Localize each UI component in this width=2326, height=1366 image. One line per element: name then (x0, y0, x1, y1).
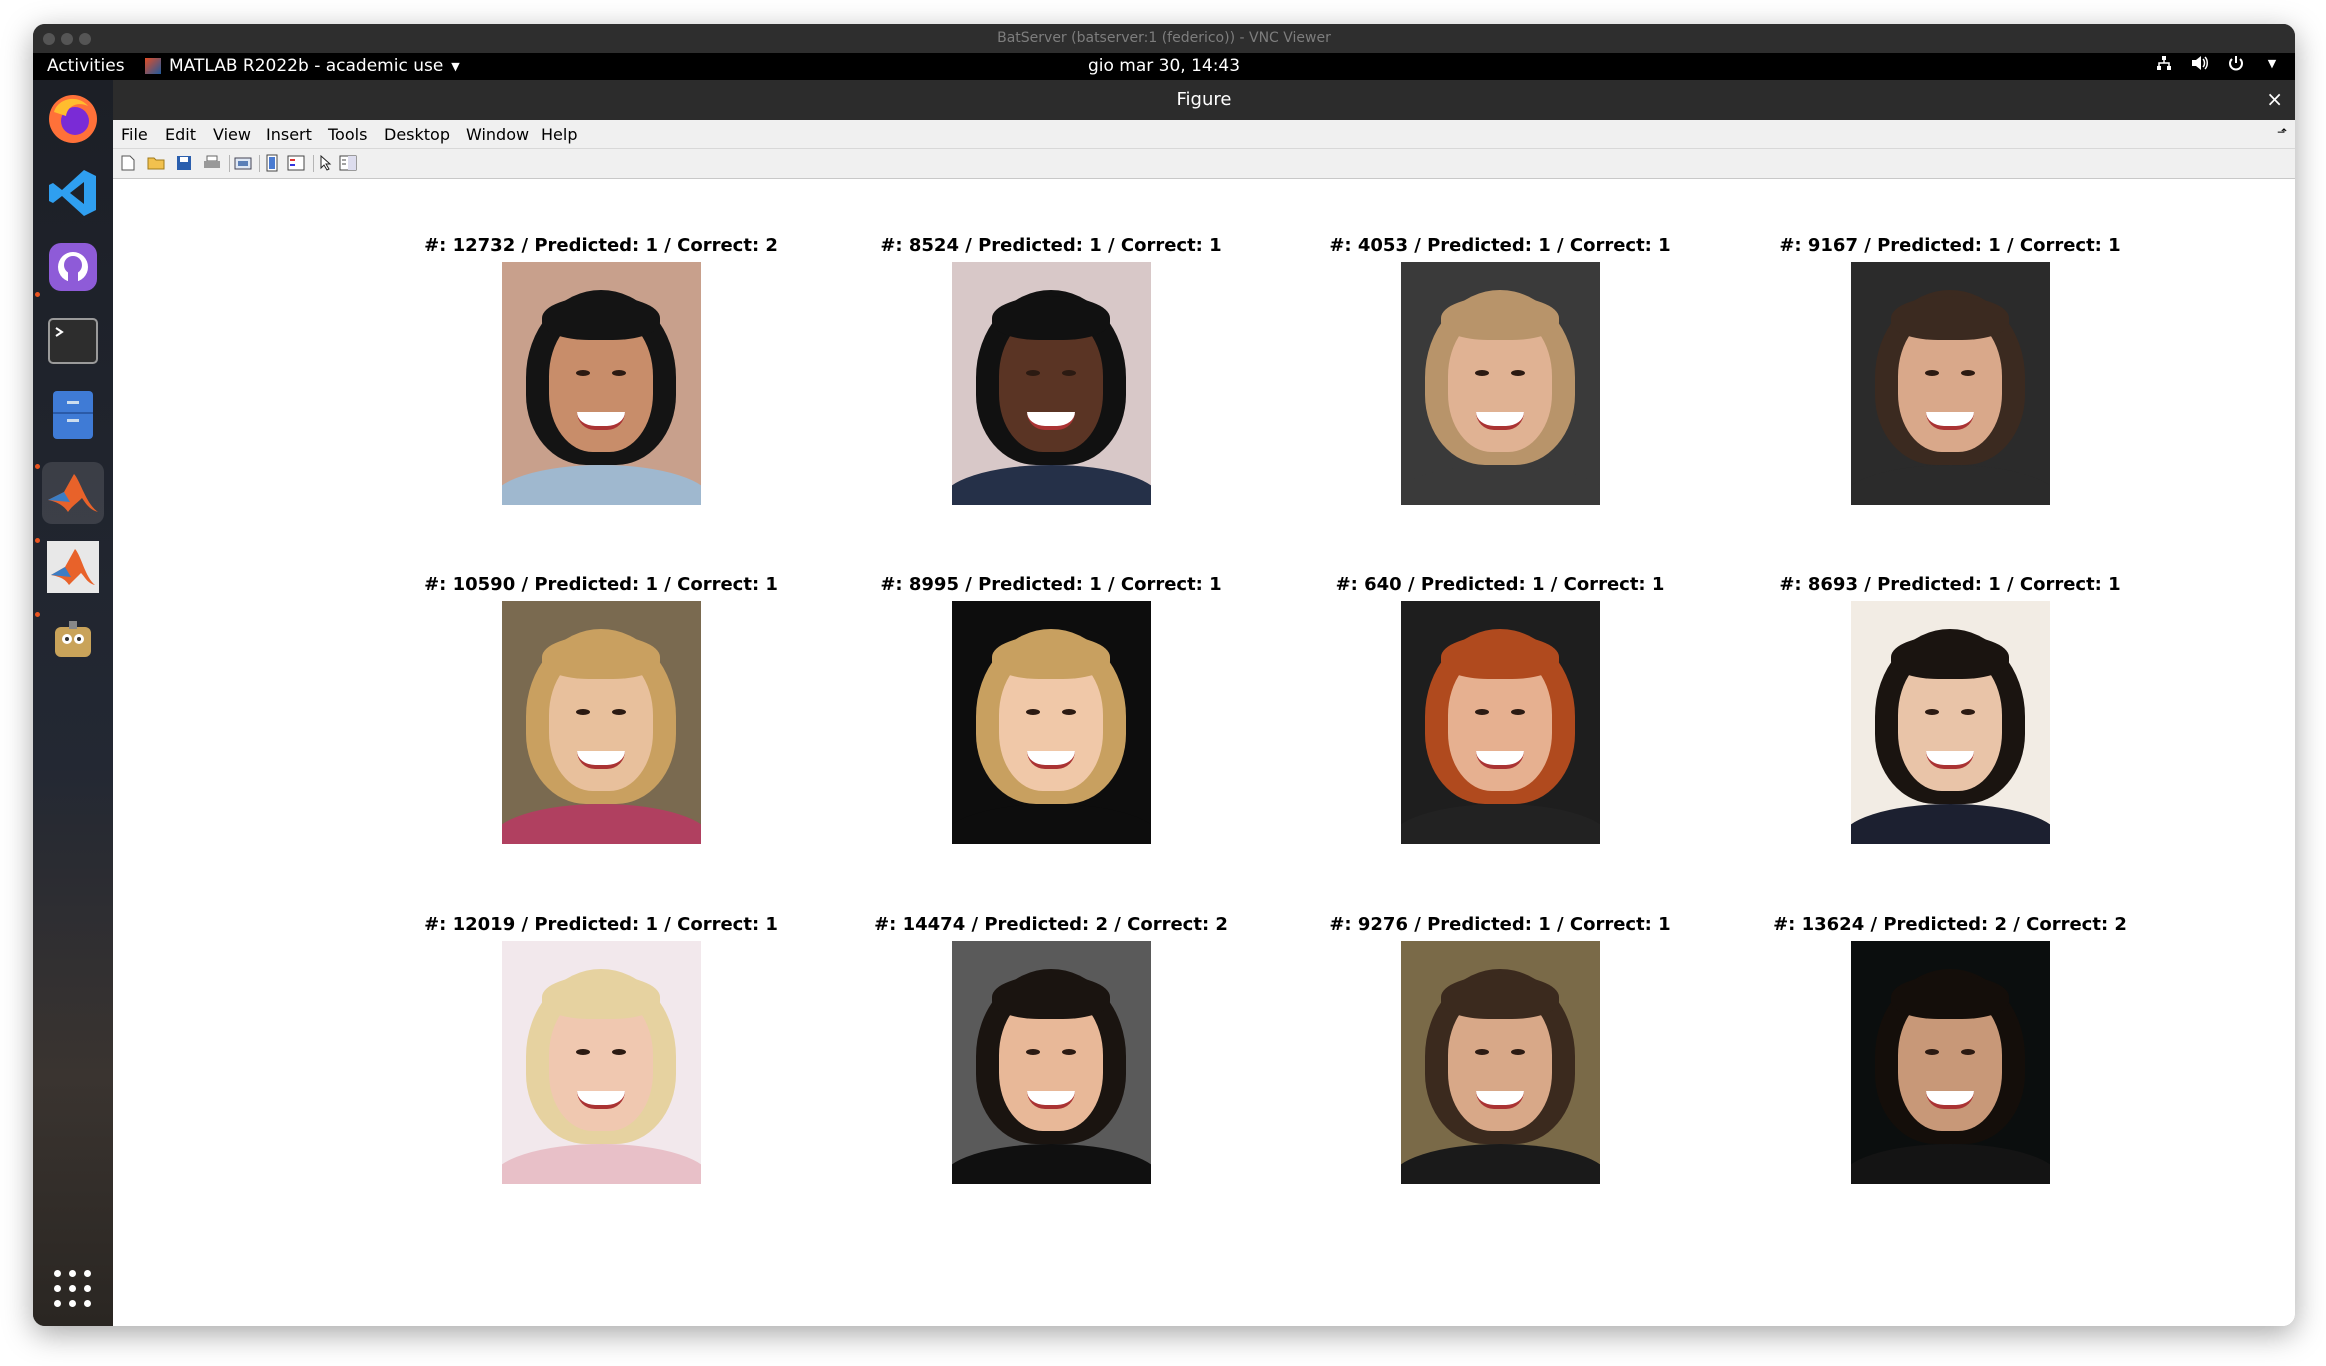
chevron-down-icon[interactable]: ▼ (2263, 55, 2281, 73)
dock-matlab-2[interactable] (42, 536, 104, 598)
face-image (951, 262, 1151, 505)
terminal-icon (48, 318, 98, 364)
running-indicator (35, 538, 40, 543)
face-image (1850, 262, 2050, 505)
subplot-title: #: 12732 / Predicted: 1 / Correct: 2 (424, 235, 778, 256)
face-image (951, 941, 1151, 1184)
subplot-title: #: 14474 / Predicted: 2 / Correct: 2 (874, 914, 1228, 935)
figure-canvas[interactable]: #: 12732 / Predicted: 1 / Correct: 2 #: 8… (113, 179, 2295, 1326)
pointer-icon[interactable] (317, 154, 335, 172)
dock-github[interactable] (42, 236, 104, 298)
vscode-icon (49, 170, 96, 216)
print-icon[interactable] (203, 154, 221, 172)
dock-vscode[interactable] (42, 162, 104, 224)
firefox-icon (49, 95, 97, 143)
running-indicator (35, 464, 40, 469)
matlab-icon (48, 474, 98, 512)
menu-file[interactable]: File (121, 125, 148, 144)
face-image (1400, 262, 1600, 505)
menu-edit[interactable]: Edit (165, 125, 196, 144)
face-image (1850, 941, 2050, 1184)
toolbar-separator (229, 155, 230, 172)
dock-firefox[interactable] (42, 88, 104, 150)
close-icon[interactable]: × (2266, 87, 2283, 111)
face-image (1850, 601, 2050, 844)
dock-terminal[interactable] (42, 310, 104, 372)
vnc-viewer-window: BatServer (batserver:1 (federico)) - VNC… (33, 24, 2295, 1326)
link-plot-icon[interactable] (234, 154, 252, 172)
toolbar-separator (313, 155, 314, 172)
figure-titlebar[interactable]: Figure × (113, 80, 2295, 120)
system-tray[interactable]: ▼ (2155, 55, 2281, 73)
menu-view[interactable]: View (213, 125, 251, 144)
face-image (501, 601, 701, 844)
matlab-figure-window: Figure × File Edit View Insert Tools Des… (113, 80, 2295, 1326)
subplot-title: #: 9276 / Predicted: 1 / Correct: 1 (1329, 914, 1671, 935)
menu-desktop[interactable]: Desktop (384, 125, 450, 144)
open-icon[interactable] (147, 154, 165, 172)
github-desktop-icon (49, 243, 97, 291)
gnome-top-bar: Activities MATLAB R2022b - academic use … (33, 53, 2295, 80)
power-icon[interactable] (2227, 55, 2245, 73)
face-image (951, 601, 1151, 844)
figure-toolbar (113, 149, 2295, 179)
app-grid-icon[interactable] (54, 1270, 92, 1308)
subplot-title: #: 10590 / Predicted: 1 / Correct: 1 (424, 574, 778, 595)
figure-menubar: File Edit View Insert Tools Desktop Wind… (113, 120, 2295, 149)
dock-matlab[interactable] (42, 462, 104, 524)
subplot-title: #: 8524 / Predicted: 1 / Correct: 1 (880, 235, 1222, 256)
save-icon[interactable] (175, 154, 193, 172)
subplot-title: #: 640 / Predicted: 1 / Correct: 1 (1335, 574, 1665, 595)
menu-window[interactable]: Window (466, 125, 529, 144)
running-indicator (35, 612, 40, 617)
colorbar-icon[interactable] (263, 154, 281, 172)
face-image (501, 262, 701, 505)
matlab-icon-2 (47, 541, 99, 593)
subplot-title: #: 4053 / Predicted: 1 / Correct: 1 (1329, 235, 1671, 256)
clock[interactable]: gio mar 30, 14:43 (33, 56, 2295, 76)
toolbar-separator (259, 155, 260, 172)
dock-gimp[interactable] (42, 610, 104, 672)
volume-icon[interactable] (2191, 55, 2209, 73)
gimp-icon (55, 621, 91, 657)
subplot-title: #: 13624 / Predicted: 2 / Correct: 2 (1773, 914, 2127, 935)
subplot-title: #: 9167 / Predicted: 1 / Correct: 1 (1779, 235, 2121, 256)
figure-title: Figure (1176, 89, 1232, 110)
dock-figure-icon[interactable]: ⬏ (2277, 125, 2287, 139)
property-editor-icon[interactable] (339, 154, 357, 172)
network-icon[interactable] (2155, 55, 2173, 73)
files-icon (53, 391, 93, 439)
menu-insert[interactable]: Insert (266, 125, 312, 144)
vnc-titlebar[interactable]: BatServer (batserver:1 (federico)) - VNC… (33, 24, 2295, 54)
dock (33, 80, 113, 1326)
subplot-title: #: 8693 / Predicted: 1 / Correct: 1 (1779, 574, 2121, 595)
subplot-title: #: 8995 / Predicted: 1 / Correct: 1 (880, 574, 1222, 595)
face-image (1400, 601, 1600, 844)
new-figure-icon[interactable] (119, 154, 137, 172)
dock-files[interactable] (42, 384, 104, 446)
vnc-window-title: BatServer (batserver:1 (federico)) - VNC… (997, 30, 1331, 46)
face-image (501, 941, 701, 1184)
legend-icon[interactable] (287, 154, 305, 172)
face-image (1400, 941, 1600, 1184)
subplot-title: #: 12019 / Predicted: 1 / Correct: 1 (424, 914, 778, 935)
running-indicator (35, 292, 40, 297)
menu-help[interactable]: Help (541, 125, 577, 144)
menu-tools[interactable]: Tools (328, 125, 367, 144)
